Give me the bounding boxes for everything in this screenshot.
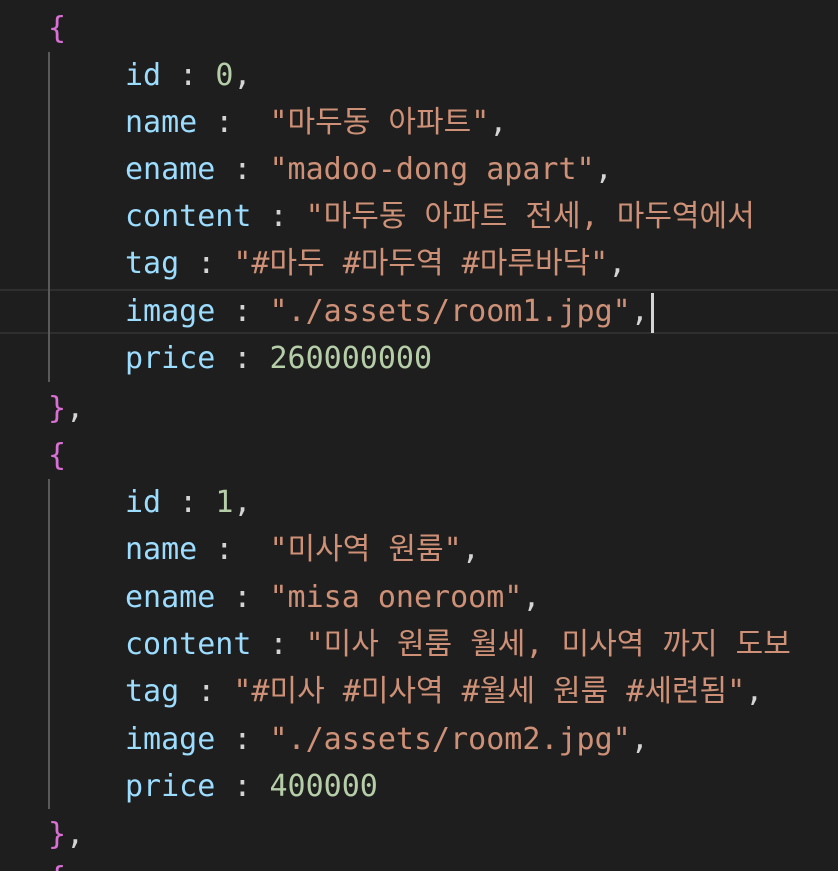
comma: , (233, 58, 252, 93)
comma: , (489, 105, 508, 140)
code-line[interactable]: id : 1, (0, 479, 838, 526)
string-value: "미사 원룸 월세, 미사역 까지 도보 (305, 627, 791, 662)
close-brace: } (48, 391, 67, 426)
string-value: "madoo-dong apart" (269, 152, 595, 187)
string-value: "./assets/room2.jpg" (269, 722, 631, 757)
comma: , (594, 152, 613, 187)
code-line[interactable]: id : 0, (0, 52, 838, 99)
string-value: "#마두 #마두역 #마루바닥" (233, 246, 609, 281)
string-value: "./assets/room1.jpg" (269, 294, 631, 329)
comma: , (608, 246, 627, 281)
property-key: image (125, 294, 216, 329)
colon-separator: : (251, 199, 306, 234)
colon-separator: : (197, 105, 270, 140)
number-value: 260000000 (269, 341, 433, 376)
property-key: content (125, 199, 252, 234)
code-line[interactable]: }, (0, 385, 838, 432)
comma: , (461, 532, 480, 567)
colon-separator: : (215, 152, 270, 187)
code-line[interactable]: ename : "madoo-dong apart", (0, 146, 838, 193)
comma: , (745, 674, 764, 709)
code-line-current[interactable]: image : "./assets/room1.jpg", (0, 288, 838, 335)
property-key: ename (125, 580, 216, 615)
code-line[interactable]: image : "./assets/room2.jpg", (0, 716, 838, 763)
colon-separator: : (251, 627, 306, 662)
property-key: tag (125, 246, 180, 281)
string-value: "#미사 #미사역 #월세 원룸 #세련됨" (233, 674, 746, 709)
property-key: id (125, 58, 162, 93)
code-line[interactable]: content : "마두동 아파트 전세, 마두역에서 (0, 193, 838, 240)
string-value: "미사역 원룸" (269, 532, 462, 567)
number-value: 1 (215, 485, 234, 520)
string-value: "마두동 아파트" (269, 105, 490, 140)
open-brace: { (48, 438, 67, 473)
code-line[interactable]: name : "마두동 아파트", (0, 99, 838, 146)
colon-separator: : (161, 58, 216, 93)
property-key: price (125, 769, 216, 804)
colon-separator: : (215, 769, 270, 804)
code-line[interactable]: tag : "#마두 #마두역 #마루바닥", (0, 240, 838, 287)
open-brace: { (48, 11, 67, 46)
property-key: name (125, 532, 198, 567)
property-key: price (125, 341, 216, 376)
comma: , (66, 391, 85, 426)
colon-separator: : (179, 246, 234, 281)
comma: , (66, 817, 85, 852)
code-editor[interactable]: { id : 0, name : "마두동 아파트", ename : "mad… (0, 0, 838, 871)
code-line[interactable]: ename : "misa oneroom", (0, 574, 838, 621)
property-key: image (125, 722, 216, 757)
comma: , (233, 485, 252, 520)
code-line[interactable]: price : 400000 (0, 763, 838, 810)
colon-separator: : (161, 485, 216, 520)
colon-separator: : (215, 341, 270, 376)
property-key: name (125, 105, 198, 140)
comma: , (630, 294, 649, 329)
code-line[interactable]: content : "미사 원룸 월세, 미사역 까지 도보 (0, 621, 838, 668)
code-line[interactable]: }, (0, 811, 838, 858)
colon-separator: : (215, 580, 270, 615)
code-line[interactable]: { (0, 432, 838, 479)
code-line[interactable]: price : 260000000 (0, 335, 838, 382)
property-key: ename (125, 152, 216, 187)
colon-separator: : (215, 294, 270, 329)
code-line[interactable]: { (0, 5, 838, 52)
code-line[interactable]: name : "미사역 원룸", (0, 526, 838, 573)
number-value: 0 (215, 58, 234, 93)
code-line[interactable]: tag : "#미사 #미사역 #월세 원룸 #세련됨", (0, 668, 838, 715)
close-brace: } (48, 817, 67, 852)
number-value: 400000 (269, 769, 378, 804)
string-value: "마두동 아파트 전세, 마두역에서 (305, 199, 755, 234)
open-brace: { (48, 861, 66, 871)
colon-separator: : (215, 722, 270, 757)
property-key: tag (125, 674, 180, 709)
code-line[interactable]: { (0, 855, 838, 871)
string-value: "misa oneroom" (269, 580, 523, 615)
colon-separator: : (179, 674, 234, 709)
text-cursor (650, 292, 654, 333)
colon-separator: : (197, 532, 270, 567)
comma: , (522, 580, 541, 615)
property-key: id (125, 485, 162, 520)
property-key: content (125, 627, 252, 662)
comma: , (630, 722, 649, 757)
